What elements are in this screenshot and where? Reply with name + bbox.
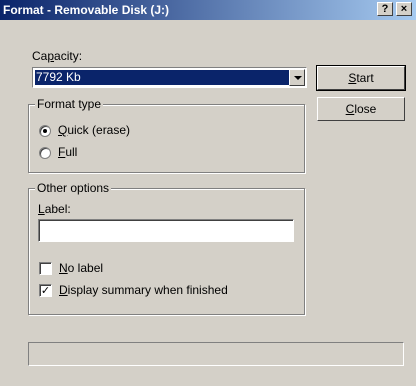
volume-label-input[interactable]	[38, 219, 294, 242]
quick-accel: Q	[58, 123, 68, 137]
title-bar[interactable]: Format - Removable Disk (J:) ? ×	[0, 0, 416, 20]
no-label-label[interactable]: No label	[59, 261, 103, 275]
no-label-checkbox[interactable]	[39, 262, 52, 275]
quick-label[interactable]: Quick (erase)	[58, 123, 130, 137]
close-label: lose	[354, 102, 377, 116]
capacity-label: Capacity:	[32, 49, 82, 63]
capacity-dropdown[interactable]: 7792 Kb	[32, 67, 307, 88]
window-title: Format - Removable Disk (J:)	[3, 3, 170, 17]
display-summary-checkbox[interactable]: ✓	[39, 284, 52, 297]
status-bar	[28, 342, 404, 366]
other-options-title: Other options	[35, 181, 112, 195]
close-window-button[interactable]: ×	[396, 2, 412, 16]
capacity-label-part: Ca	[32, 49, 48, 63]
full-label-text: ull	[65, 145, 78, 159]
format-type-group: Format type	[28, 97, 305, 173]
help-button[interactable]: ?	[377, 2, 393, 16]
full-radio[interactable]	[39, 147, 51, 159]
display-summary-label[interactable]: Display summary when finished	[59, 283, 228, 297]
start-label: tart	[356, 71, 374, 85]
label-field-label: Label:	[38, 202, 71, 216]
label-accel: L	[38, 202, 45, 216]
close-button[interactable]: Close	[317, 97, 405, 121]
no-label-text: o label	[67, 261, 104, 275]
start-button[interactable]: Start	[316, 65, 406, 91]
no-label-accel: N	[59, 261, 68, 275]
capacity-value: 7792 Kb	[34, 69, 290, 86]
quick-radio[interactable]	[39, 125, 51, 137]
capacity-label-part: acity:	[54, 49, 83, 63]
checkmark-icon: ✓	[40, 284, 51, 297]
format-type-title: Format type	[35, 97, 104, 111]
radio-dot	[43, 129, 47, 133]
quick-label-text: uick (erase)	[67, 123, 131, 137]
label-label-text: abel:	[44, 202, 71, 216]
full-label[interactable]: Full	[58, 145, 77, 159]
chevron-down-icon	[294, 76, 302, 80]
summary-text: isplay summary when finished	[67, 283, 228, 297]
dropdown-button[interactable]	[289, 69, 305, 86]
summary-accel: D	[59, 283, 68, 297]
